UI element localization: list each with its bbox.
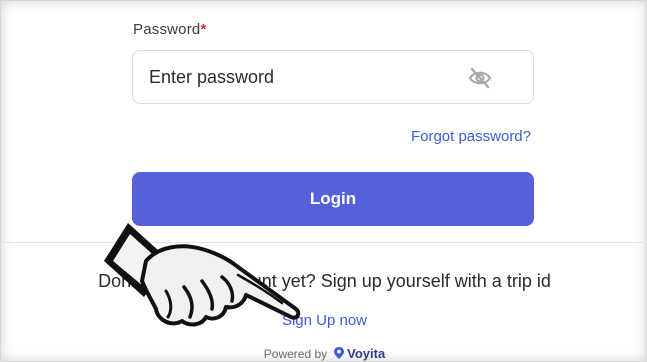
brand-name: Voyita [347, 346, 386, 361]
divider [1, 242, 647, 243]
powered-by-text: Powered by [263, 347, 328, 361]
signup-link[interactable]: Sign Up now [282, 312, 367, 329]
signup-link-row: Sign Up now [1, 312, 647, 329]
forgot-password-link[interactable]: Forgot password? [411, 128, 531, 145]
location-pin-icon [334, 347, 345, 359]
required-asterisk: * [200, 21, 207, 38]
password-input[interactable] [149, 51, 449, 103]
eye-off-icon[interactable] [468, 67, 492, 89]
password-field[interactable] [132, 50, 534, 104]
no-account-text: Don't have an account yet? Sign up yours… [98, 271, 551, 291]
login-button[interactable]: Login [132, 172, 534, 226]
login-panel: Password* Forgot password? Login Don't h… [0, 0, 647, 362]
powered-by-footer: Powered by Voyita [1, 346, 647, 361]
password-label: Password* [133, 21, 207, 38]
